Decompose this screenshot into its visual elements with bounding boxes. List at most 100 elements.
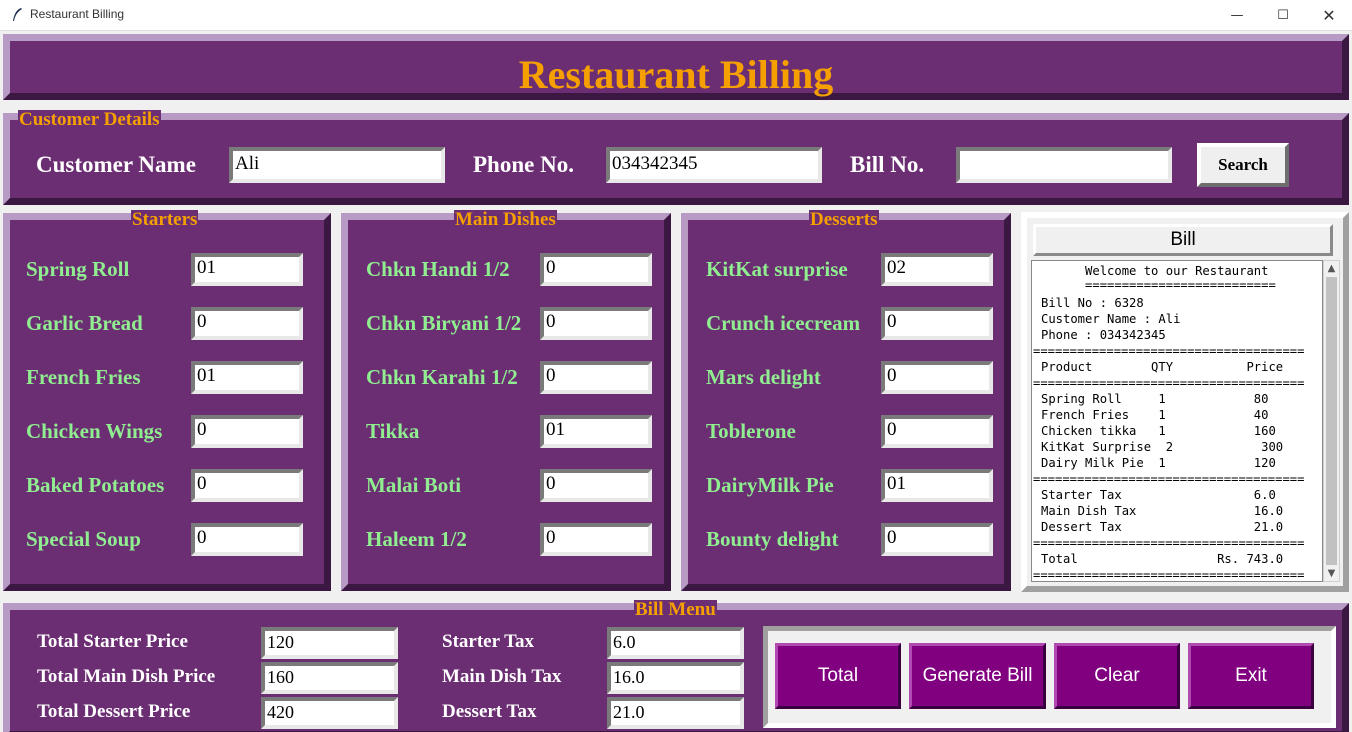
dessert-tax-label: Dessert Tax xyxy=(442,701,537,722)
starter-label: Special Soup xyxy=(26,527,141,551)
desserts-legend: Desserts xyxy=(809,209,879,230)
dessert-qty-input[interactable]: 01 xyxy=(881,469,993,502)
total-starter-input[interactable]: 120 xyxy=(261,627,398,659)
customer-name-label: Customer Name xyxy=(36,152,196,177)
feather-icon xyxy=(13,8,22,21)
phone-label: Phone No. xyxy=(473,152,574,177)
main-dish-label: Haleem 1/2 xyxy=(366,527,467,551)
bill-textarea[interactable]: Welcome to our Restaurant ==============… xyxy=(1031,260,1323,582)
bill-line: Total Rs. 743.0 xyxy=(1041,552,1284,566)
starter-tax-label: Starter Tax xyxy=(442,631,535,652)
total-main-dish-label: Total Main Dish Price xyxy=(37,666,216,687)
starters-legend: Starters xyxy=(131,209,199,230)
starter-qty-input[interactable]: 0 xyxy=(191,307,303,340)
main-dish-qty-input[interactable]: 0 xyxy=(540,307,652,340)
dessert-qty-input[interactable]: 0 xyxy=(881,361,993,394)
search-button[interactable]: Search xyxy=(1197,143,1289,187)
window-title: Restaurant Billing xyxy=(30,7,125,21)
bill-line: Main Dish Tax 16.0 xyxy=(1041,504,1284,518)
close-icon[interactable]: ✕ xyxy=(1306,0,1352,31)
scroll-down-icon[interactable]: ▼ xyxy=(1324,566,1339,581)
main-dish-label: Malai Boti xyxy=(366,473,462,497)
phone-input[interactable]: 034342345 xyxy=(606,147,822,183)
dessert-label: Toblerone xyxy=(706,419,796,443)
main-dish-label: Tikka xyxy=(366,419,420,443)
bill-line: Dessert Tax 21.0 xyxy=(1041,520,1284,534)
bill-line: Starter Tax 6.0 xyxy=(1041,488,1276,502)
main-dish-label: Chkn Karahi 1/2 xyxy=(366,365,518,389)
bill-line: ===================================== xyxy=(1033,568,1305,582)
main-dish-qty-input[interactable]: 01 xyxy=(540,415,652,448)
bill-scrollbar[interactable]: ▲ ▼ xyxy=(1323,260,1340,582)
bill-line: ===================================== xyxy=(1033,376,1305,390)
dessert-tax-input[interactable]: 21.0 xyxy=(607,697,744,729)
starter-label: Garlic Bread xyxy=(26,311,143,335)
scroll-thumb[interactable] xyxy=(1326,277,1337,565)
bill-line: ========================== xyxy=(1041,278,1276,292)
starter-tax-input[interactable]: 6.0 xyxy=(607,627,744,659)
main-dishes-section: Main Dishes Chkn Handi 1/2 0 Chkn Biryan… xyxy=(341,209,671,591)
total-starter-label: Total Starter Price xyxy=(37,631,188,652)
dessert-label: KitKat surprise xyxy=(706,257,848,281)
starter-qty-input[interactable]: 01 xyxy=(191,361,303,394)
dessert-qty-input[interactable]: 0 xyxy=(881,415,993,448)
starter-qty-input[interactable]: 0 xyxy=(191,469,303,502)
dessert-qty-input[interactable]: 02 xyxy=(881,253,993,286)
dessert-qty-input[interactable]: 0 xyxy=(881,523,993,556)
bill-line: Product QTY Price xyxy=(1041,360,1284,374)
bill-no-input[interactable] xyxy=(956,147,1172,183)
dessert-label: Mars delight xyxy=(706,365,821,389)
starter-qty-input[interactable]: 01 xyxy=(191,253,303,286)
main-dishes-legend: Main Dishes xyxy=(454,209,557,230)
starter-label: Chicken Wings xyxy=(26,419,163,443)
total-button[interactable]: Total xyxy=(775,643,901,709)
bill-title: Bill xyxy=(1033,224,1333,256)
bill-line: Chicken tikka 1 160 xyxy=(1041,424,1276,438)
bill-line: KitKat Surprise 2 300 xyxy=(1041,440,1284,454)
customer-name-input[interactable]: Ali xyxy=(229,147,445,183)
total-main-dish-input[interactable]: 160 xyxy=(261,662,398,694)
bill-line: Bill No : 6328 xyxy=(1041,296,1144,310)
bill-line: Customer Name : Ali xyxy=(1041,312,1181,326)
button-panel: Total Generate Bill Clear Exit xyxy=(763,626,1336,728)
bill-line: ===================================== xyxy=(1033,472,1305,486)
dessert-qty-input[interactable]: 0 xyxy=(881,307,993,340)
main-dish-qty-input[interactable]: 0 xyxy=(540,361,652,394)
starter-label: Spring Roll xyxy=(26,257,130,281)
main-dish-label: Chkn Biryani 1/2 xyxy=(366,311,522,335)
main-dish-tax-label: Main Dish Tax xyxy=(442,666,562,687)
main-dish-qty-input[interactable]: 0 xyxy=(540,253,652,286)
page-title: Restaurant Billing xyxy=(518,52,834,97)
bill-no-label: Bill No. xyxy=(850,152,925,177)
customer-details-legend: Customer Details xyxy=(18,109,161,130)
main-dish-qty-input[interactable]: 0 xyxy=(540,469,652,502)
starter-qty-input[interactable]: 0 xyxy=(191,523,303,556)
header-panel: Restaurant Billing xyxy=(3,34,1349,100)
dessert-label: DairyMilk Pie xyxy=(706,473,834,497)
maximize-icon[interactable]: ☐ xyxy=(1260,0,1306,31)
bill-line: French Fries 1 40 xyxy=(1041,408,1269,422)
starter-label: French Fries xyxy=(26,365,141,389)
main-dish-label: Chkn Handi 1/2 xyxy=(366,257,510,281)
exit-button[interactable]: Exit xyxy=(1188,643,1314,709)
total-dessert-label: Total Dessert Price xyxy=(37,701,191,722)
scroll-up-icon[interactable]: ▲ xyxy=(1324,261,1339,276)
bill-line: Spring Roll 1 80 xyxy=(1041,392,1269,406)
customer-details-section: Customer Details Customer Name Ali Phone… xyxy=(3,109,1349,205)
bill-line: ===================================== xyxy=(1033,344,1305,358)
main-dish-qty-input[interactable]: 0 xyxy=(540,523,652,556)
bill-line: Phone : 034342345 xyxy=(1041,328,1166,342)
dessert-label: Crunch icecream xyxy=(706,311,861,335)
starter-qty-input[interactable]: 0 xyxy=(191,415,303,448)
generate-bill-button[interactable]: Generate Bill xyxy=(909,643,1046,709)
minimize-icon[interactable]: — xyxy=(1214,0,1260,31)
bill-line: ===================================== xyxy=(1033,536,1305,550)
total-dessert-input[interactable]: 420 xyxy=(261,697,398,729)
desserts-section: Desserts KitKat surprise 02 Crunch icecr… xyxy=(681,209,1011,591)
clear-button[interactable]: Clear xyxy=(1054,643,1180,709)
bill-panel: Bill Welcome to our Restaurant =========… xyxy=(1021,212,1349,592)
main-dish-tax-input[interactable]: 16.0 xyxy=(607,662,744,694)
window-titlebar: Restaurant Billing — ☐ ✕ xyxy=(0,0,1352,31)
starters-section: Starters Spring Roll 01 Garlic Bread 0 F… xyxy=(3,209,331,591)
header-bar: Restaurant Billing xyxy=(0,31,1352,103)
